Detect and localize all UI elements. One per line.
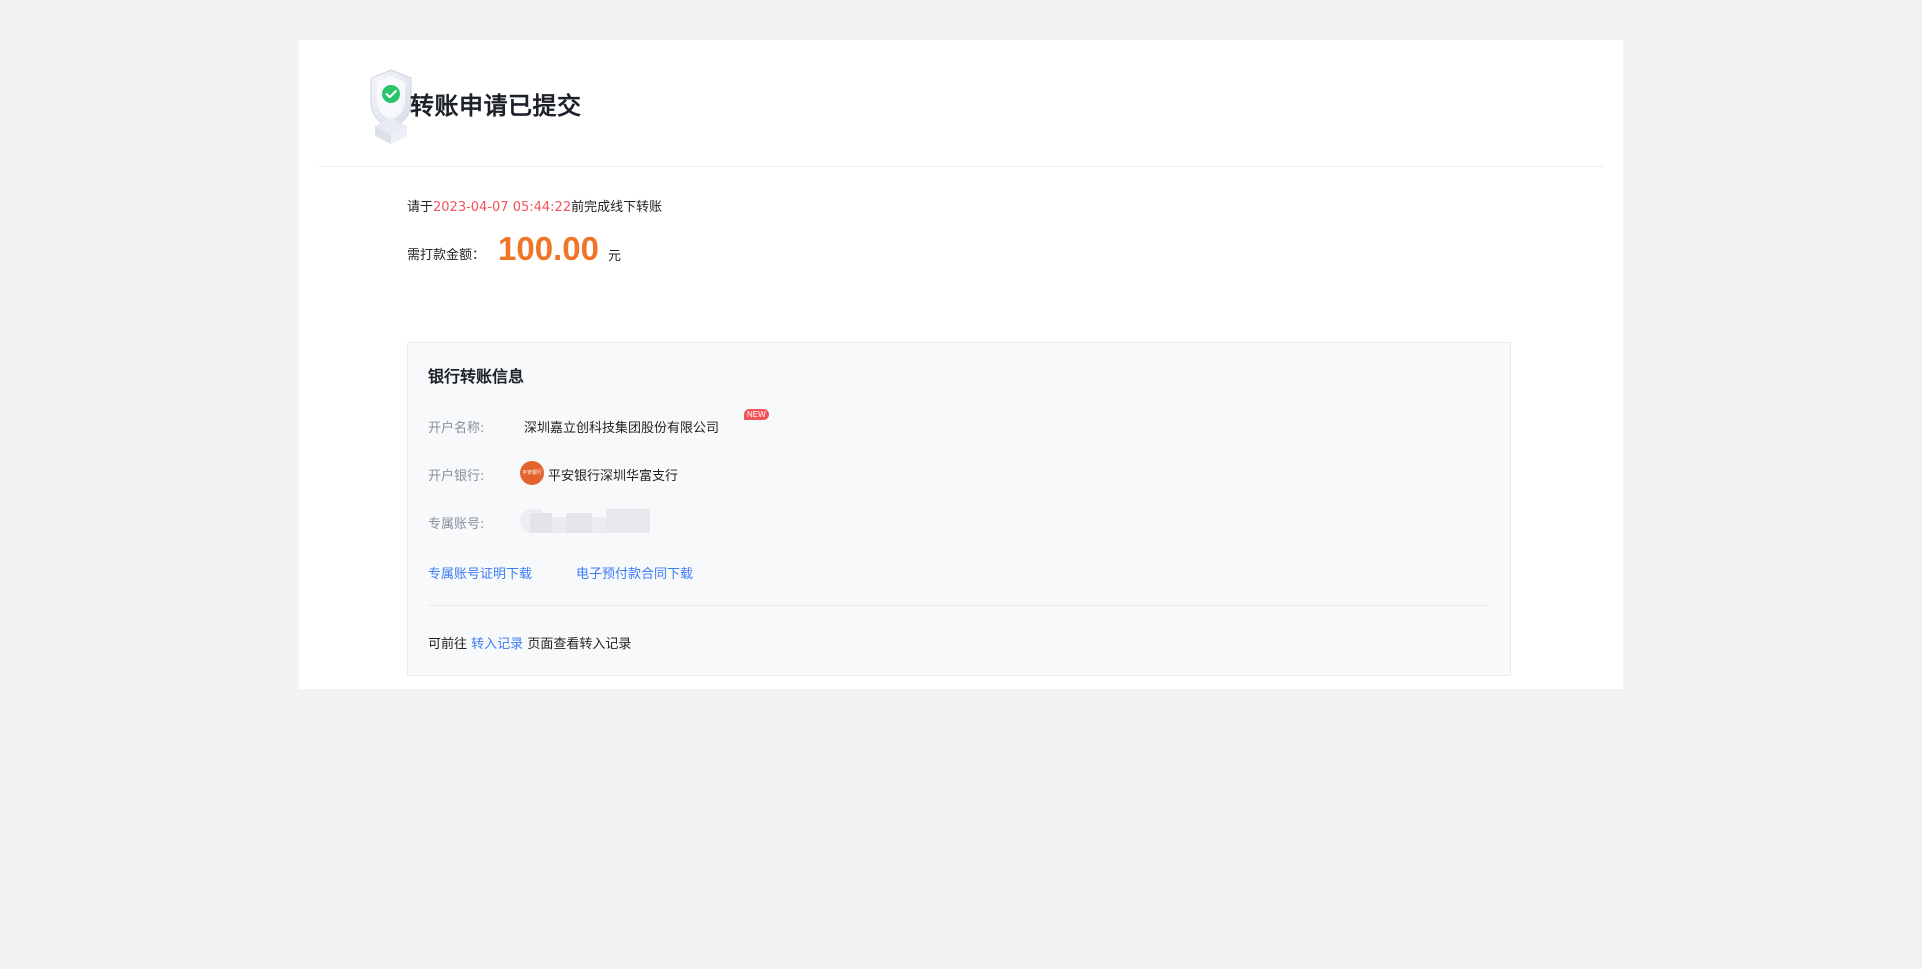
bank-label: 开户银行: [428, 469, 485, 484]
account-number-row: 专属账号: [428, 509, 1428, 533]
transfer-record-hint: 可前往 转入记录 页面查看转入记录 [428, 633, 631, 652]
bank-info-title: 银行转账信息 [428, 367, 525, 386]
result-header: 转账申请已提交 [319, 40, 1603, 167]
deadline-datetime: 2023-04-07 05:44:22 [433, 200, 572, 215]
amount-unit: 元 [608, 249, 622, 264]
account-name-row: 开户名称: 深圳嘉立创科技集团股份有限公司 NEW [428, 409, 1428, 437]
transfer-record-link[interactable]: 转入记录 [471, 637, 523, 652]
account-name-value: 深圳嘉立创科技集团股份有限公司 [524, 421, 720, 436]
page-title: 转账申请已提交 [410, 92, 582, 120]
new-badge: NEW [744, 409, 769, 420]
result-content: 请于2023-04-07 05:44:22前完成线下转账 需打款金额： 100.… [407, 198, 1511, 676]
bank-logo-icon: 平安银行 [520, 461, 544, 485]
deadline-text: 请于2023-04-07 05:44:22前完成线下转账 [407, 198, 1511, 218]
account-number-masked [520, 509, 650, 533]
result-card: 转账申请已提交 请于2023-04-07 05:44:22前完成线下转账 需打款… [299, 40, 1623, 689]
account-name-label: 开户名称: [428, 421, 485, 436]
prepayment-contract-download-link[interactable]: 电子预付款合同下载 [576, 563, 693, 582]
footer-suffix: 页面查看转入记录 [527, 637, 632, 652]
divider [428, 605, 1490, 606]
footer-prefix: 可前往 [428, 637, 468, 652]
bank-name-value: 平安银行深圳华富支行 [548, 469, 679, 484]
deadline-prefix: 请于 [407, 200, 434, 215]
deadline-suffix: 前完成线下转账 [571, 200, 663, 215]
account-number-label: 专属账号: [428, 517, 485, 532]
amount-value: 100.00 [498, 230, 599, 267]
bank-transfer-info-panel: 银行转账信息 开户名称: 深圳嘉立创科技集团股份有限公司 NEW 开户银行: 平… [407, 342, 1511, 676]
amount-label: 需打款金额： [407, 248, 486, 263]
account-certificate-download-link[interactable]: 专属账号证明下载 [428, 563, 532, 582]
bank-row: 开户银行: 平安银行 平安银行深圳华富支行 [428, 461, 1428, 485]
